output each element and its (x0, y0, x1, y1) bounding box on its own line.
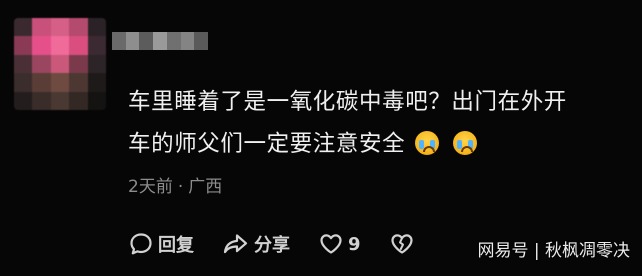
comment-meta: 2天前 · 广西 (128, 172, 222, 197)
heart-icon (320, 234, 342, 254)
broken-heart-icon (390, 234, 413, 254)
action-bar: 回复 分享 9 (128, 228, 447, 260)
like-button[interactable]: 9 (318, 231, 361, 257)
like-count: 9 (348, 233, 361, 255)
comment-card: 车里睡着了是一氧化碳中毒吧？出门在外开 车的师父们一定要注意安全 2天前 · 广西 … (0, 0, 642, 276)
crying-face-emoji-icon (415, 131, 440, 155)
reply-bubble-icon (130, 233, 152, 255)
share-arrow-icon (223, 234, 248, 254)
comment-text-line: 车里睡着了是一氧化碳中毒吧？出门在外开 (128, 89, 567, 115)
comment-location: 广西 (188, 177, 223, 197)
username-blurred[interactable] (112, 32, 209, 50)
avatar[interactable] (14, 18, 106, 110)
comment-text: 车里睡着了是一氧化碳中毒吧？出门在外开 车的师父们一定要注意安全 (128, 81, 633, 165)
comment-text-segment: 车的师父们一定要注意安全 (128, 131, 406, 157)
share-label: 分享 (254, 235, 290, 256)
reply-button[interactable]: 回复 (128, 231, 194, 257)
share-button[interactable]: 分享 (222, 231, 290, 257)
watermark: 网易号 | 秋枫凋零决 (477, 241, 630, 261)
meta-separator: · (177, 177, 184, 197)
crying-face-emoji-icon (453, 131, 478, 155)
dislike-button[interactable] (389, 231, 419, 257)
reply-label: 回复 (158, 235, 194, 256)
comment-text-line: 车的师父们一定要注意安全 (128, 123, 633, 165)
comment-time: 2天前 (128, 177, 173, 197)
